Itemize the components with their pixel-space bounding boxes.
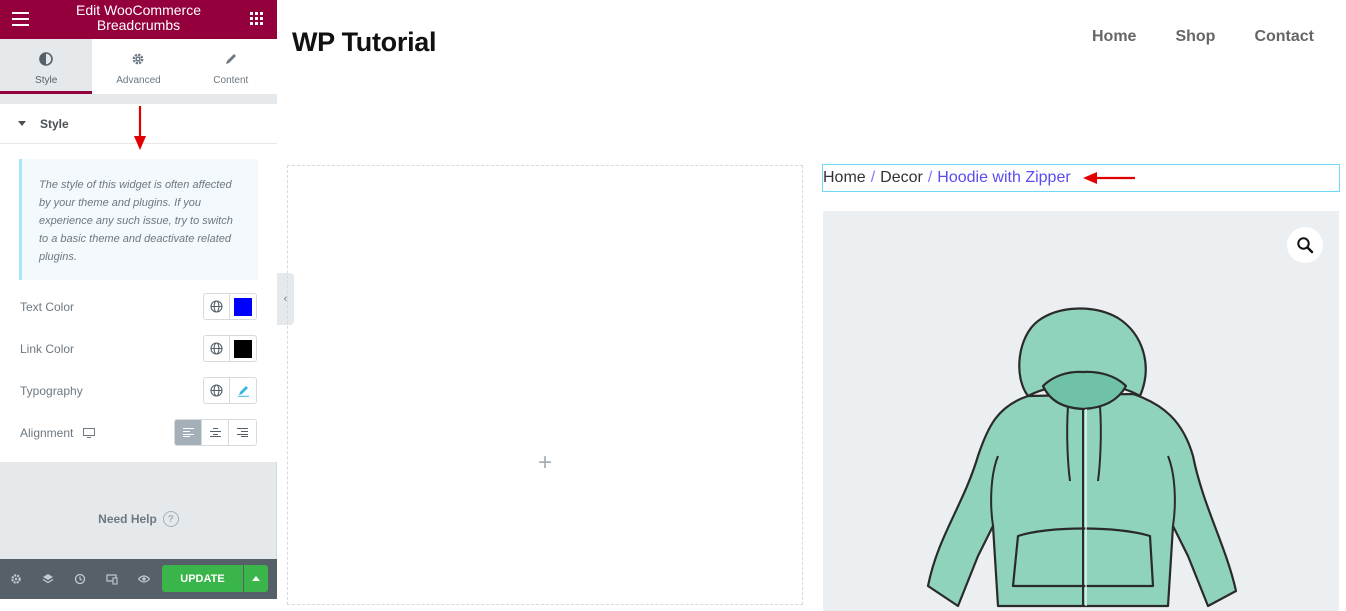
- panel-tabs: Style Advanced Content: [0, 39, 277, 94]
- tab-advanced[interactable]: Advanced: [92, 39, 185, 94]
- tab-advanced-label: Advanced: [116, 75, 161, 86]
- tab-content[interactable]: Content: [184, 39, 277, 94]
- link-color-control: Link Color: [20, 335, 257, 362]
- color-swatch-blue: [234, 297, 252, 316]
- typography-label: Typography: [20, 383, 83, 398]
- tab-style[interactable]: Style: [0, 39, 93, 94]
- global-icon[interactable]: [204, 378, 230, 403]
- typography-edit-button[interactable]: [230, 378, 256, 403]
- question-icon: ?: [162, 511, 179, 527]
- global-icon[interactable]: [204, 294, 230, 319]
- hoodie-illustration: [926, 307, 1238, 608]
- caret-up-icon: [252, 576, 260, 581]
- text-color-control: Text Color: [20, 293, 257, 320]
- zoom-search-icon[interactable]: [1287, 227, 1323, 263]
- breadcrumb-current: Hoodie with Zipper: [937, 169, 1071, 186]
- half-circle-icon: [0, 52, 92, 68]
- color-swatch-black: [234, 339, 252, 358]
- breadcrumb-separator: /: [927, 169, 933, 186]
- breadcrumb-decor-link[interactable]: Decor: [880, 169, 923, 187]
- tab-style-label: Style: [35, 75, 58, 86]
- pencil-icon: [185, 52, 277, 68]
- widgets-grid-icon[interactable]: [250, 12, 263, 25]
- menu-icon[interactable]: [12, 12, 29, 26]
- panel-header: Edit WooCommerce Breadcrumbs: [0, 0, 277, 39]
- align-left-button[interactable]: [175, 420, 202, 445]
- editor-panel: Edit WooCommerce Breadcrumbs Style Advan…: [0, 0, 277, 599]
- woocommerce-breadcrumb[interactable]: Home / Decor / Hoodie with Zipper: [822, 164, 1340, 192]
- panel-spacer: [0, 94, 277, 104]
- align-right-button[interactable]: [229, 420, 256, 445]
- nav-contact[interactable]: Contact: [1254, 28, 1314, 46]
- responsive-mode-icon[interactable]: [96, 559, 128, 599]
- global-icon[interactable]: [204, 336, 230, 361]
- history-icon[interactable]: [64, 559, 96, 599]
- breadcrumb-home-link[interactable]: Home: [823, 169, 866, 187]
- text-color-label: Text Color: [20, 299, 75, 314]
- settings-icon[interactable]: [0, 559, 32, 599]
- caret-down-icon: [18, 121, 26, 126]
- need-help-link[interactable]: Need Help ?: [0, 511, 277, 527]
- add-element-icon[interactable]: +: [538, 451, 552, 475]
- align-right-icon: [237, 428, 248, 437]
- text-color-buttons: [203, 293, 257, 320]
- update-options-button[interactable]: [244, 565, 268, 592]
- main-navigation: Home Shop Contact: [1053, 28, 1314, 46]
- need-help-label: Need Help: [98, 512, 157, 526]
- align-center-icon: [209, 428, 221, 437]
- link-color-buttons: [203, 335, 257, 362]
- typography-buttons: [203, 377, 257, 404]
- link-color-label: Link Color: [20, 341, 75, 356]
- pencil-icon: [237, 386, 249, 397]
- alignment-label-wrap: Alignment: [20, 426, 174, 440]
- section-title: Style: [40, 116, 69, 131]
- alignment-buttons: [174, 419, 257, 446]
- alignment-label: Alignment: [20, 425, 74, 440]
- alignment-control: Alignment: [20, 419, 257, 446]
- gear-icon: [92, 52, 184, 68]
- product-image[interactable]: [823, 211, 1339, 611]
- annotation-arrow-left: [1082, 172, 1135, 184]
- annotation-arrow-down: [134, 106, 146, 150]
- empty-column[interactable]: +: [287, 165, 803, 605]
- align-center-button[interactable]: [202, 420, 229, 445]
- breadcrumb-separator: /: [870, 169, 876, 186]
- navigator-layers-icon[interactable]: [32, 559, 64, 599]
- typography-control: Typography: [20, 377, 257, 404]
- nav-shop[interactable]: Shop: [1175, 28, 1215, 46]
- tab-content-label: Content: [213, 75, 249, 86]
- site-title[interactable]: WP Tutorial: [292, 27, 437, 58]
- style-section: Style The style of this widget is often …: [0, 104, 277, 462]
- preview-eye-icon[interactable]: [128, 559, 160, 599]
- align-left-icon: [182, 428, 194, 437]
- link-color-swatch[interactable]: [230, 336, 256, 361]
- panel-title: Edit WooCommerce Breadcrumbs: [75, 2, 201, 33]
- nav-home[interactable]: Home: [1092, 28, 1136, 46]
- panel-footer: UPDATE: [0, 559, 277, 599]
- update-button[interactable]: UPDATE: [162, 565, 243, 592]
- desktop-icon[interactable]: [83, 427, 96, 438]
- text-color-swatch[interactable]: [230, 294, 256, 319]
- theme-notice: The style of this widget is often affect…: [19, 159, 258, 280]
